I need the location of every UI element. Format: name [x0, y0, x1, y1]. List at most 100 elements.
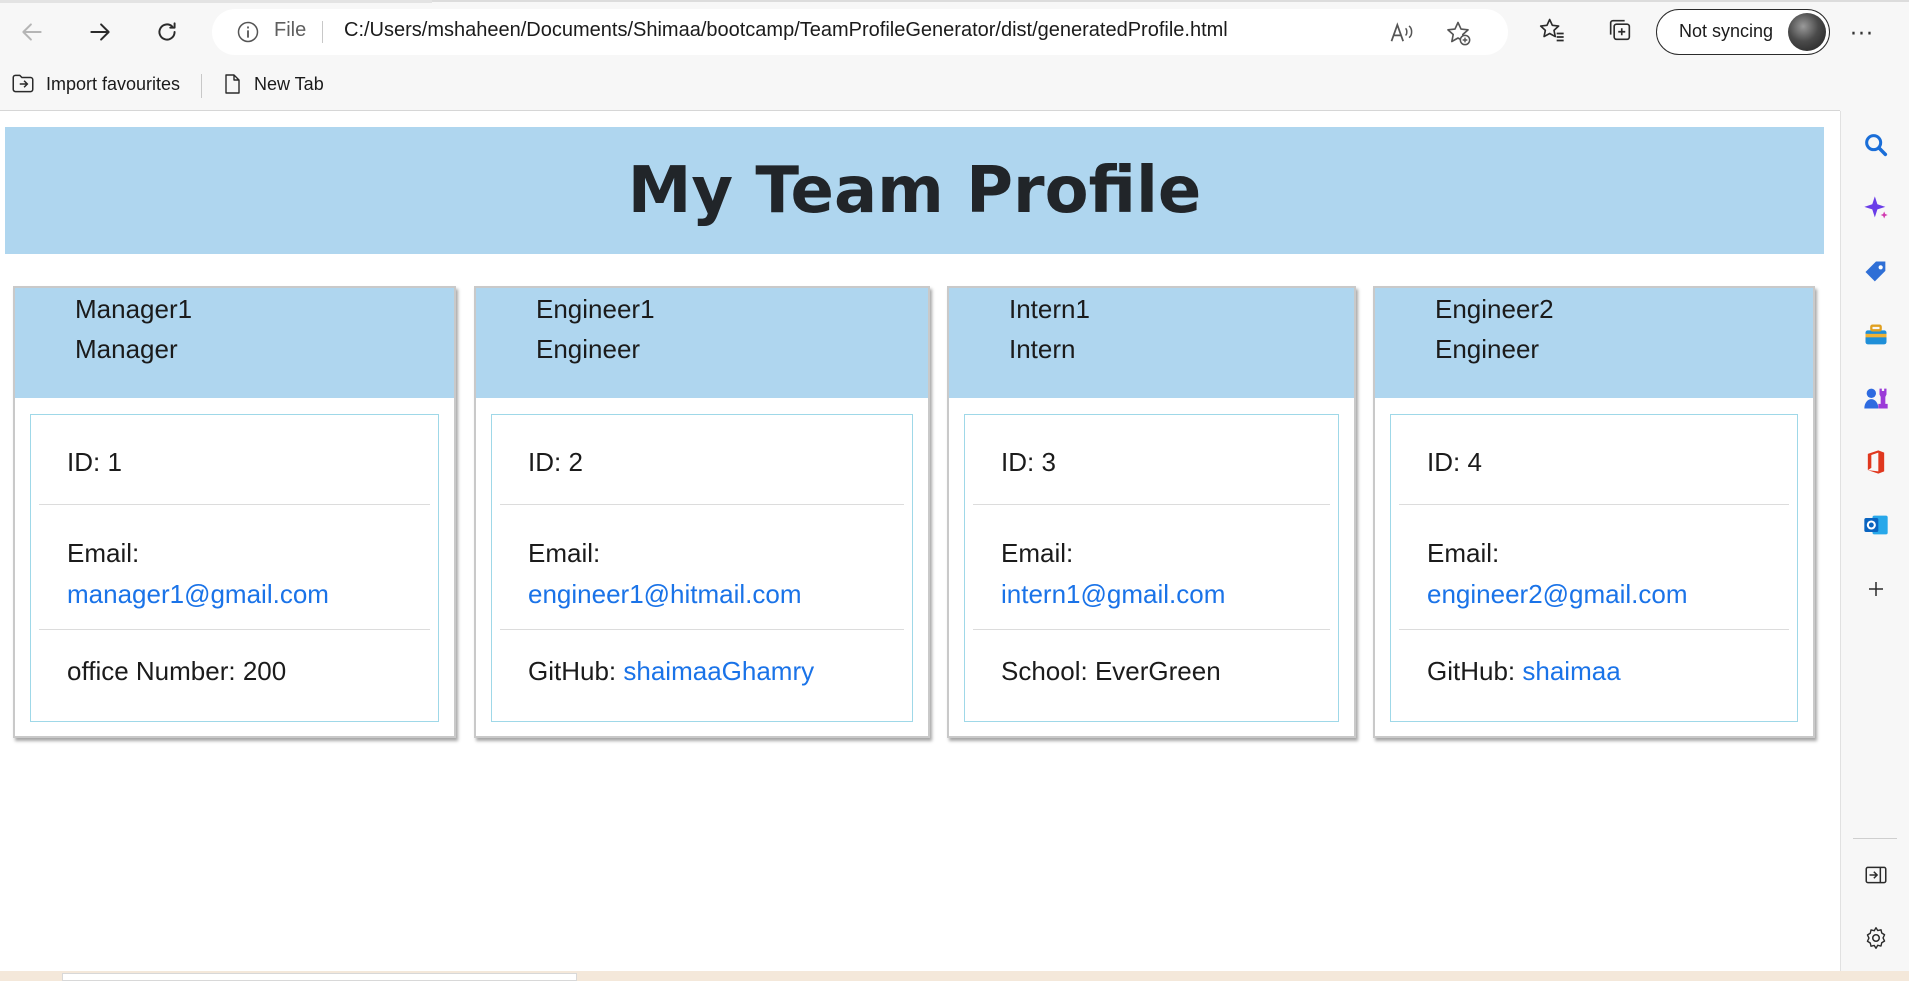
- employee-role: Manager: [75, 334, 178, 364]
- email-label: Email:: [67, 538, 140, 568]
- card-header: Intern1 Intern: [949, 288, 1354, 398]
- sidebar-search-button[interactable]: [1861, 130, 1891, 160]
- favourite-label: New Tab: [254, 73, 324, 94]
- refresh-button[interactable]: [147, 12, 187, 52]
- employee-id: ID: 2: [528, 447, 583, 477]
- page-header: My Team Profile: [5, 127, 1824, 254]
- sidebar-office-button[interactable]: [1861, 447, 1891, 477]
- address-divider: [322, 21, 323, 43]
- employee-role: Engineer: [1435, 334, 1540, 364]
- email-link[interactable]: engineer1@hitmail.com: [528, 579, 802, 609]
- games-icon: [1864, 388, 1888, 409]
- url-text[interactable]: C:/Users/mshaheen/Documents/Shimaa/bootc…: [344, 19, 1228, 42]
- collections-button[interactable]: [1604, 14, 1636, 46]
- refresh-icon: [158, 22, 176, 41]
- employee-card-engineer1: Engineer1 Engineer ID: 2 Email: engineer…: [474, 286, 930, 738]
- employee-role: Intern: [1009, 334, 1076, 364]
- card-header: Engineer1 Engineer: [476, 288, 928, 398]
- tools-icon: [1865, 324, 1887, 345]
- sync-status-label: Not syncing: [1679, 21, 1774, 41]
- github-link[interactable]: shaimaa: [1522, 656, 1620, 686]
- back-button[interactable]: [12, 12, 52, 52]
- list-item-email: Email: engineer2@gmail.com: [1399, 505, 1789, 630]
- shopping-icon: [1865, 261, 1886, 282]
- email-label: Email:: [1001, 538, 1074, 568]
- avatar: [1788, 13, 1826, 51]
- more-menu-button[interactable]: ···: [1850, 22, 1874, 47]
- favourite-import[interactable]: Import favourites: [10, 70, 180, 98]
- office-icon: [1867, 450, 1885, 474]
- employee-id: ID: 1: [67, 447, 122, 477]
- employee-name: Engineer1: [536, 294, 655, 324]
- browser-toolbar: File C:/Users/mshaheen/Documents/Shimaa/…: [0, 0, 1909, 111]
- list-item-email: Email: manager1@gmail.com: [39, 505, 430, 630]
- list-item-extra: office Number: 200: [39, 630, 430, 722]
- info-icon[interactable]: [236, 20, 260, 44]
- page-title: My Team Profile: [627, 153, 1202, 228]
- add-favourite-icon[interactable]: [1444, 19, 1472, 47]
- email-link[interactable]: intern1@gmail.com: [1001, 579, 1225, 609]
- sidebar-shopping-button[interactable]: [1861, 257, 1891, 287]
- tab-strip-edge: [0, 0, 432, 3]
- tab-strip-line: [432, 0, 1909, 2]
- employee-name: Engineer2: [1435, 294, 1554, 324]
- employee-card-engineer2: Engineer2 Engineer ID: 4 Email: engineer…: [1373, 286, 1815, 738]
- favourites-bar: Import favourites New Tab: [0, 66, 1909, 102]
- favourite-label: Import favourites: [46, 73, 181, 94]
- taskbar-edge: [0, 971, 1909, 981]
- address-bar[interactable]: File C:/Users/mshaheen/Documents/Shimaa/…: [212, 9, 1508, 55]
- list-item-id: ID: 2: [500, 415, 904, 505]
- card-details-list: ID: 4 Email: engineer2@gmail.com GitHub:…: [1390, 414, 1798, 722]
- list-item-id: ID: 3: [973, 415, 1330, 505]
- school-label: School: EverGreen: [1001, 656, 1221, 686]
- email-link[interactable]: manager1@gmail.com: [67, 579, 329, 609]
- edge-sidebar: [1840, 111, 1909, 971]
- list-item-email: Email: intern1@gmail.com: [973, 505, 1330, 630]
- sidebar-outlook-button[interactable]: [1861, 510, 1891, 540]
- search-icon: [1865, 134, 1888, 157]
- card-details-list: ID: 3 Email: intern1@gmail.com School: E…: [964, 414, 1339, 722]
- favourites-button[interactable]: [1536, 14, 1568, 46]
- employee-name: Intern1: [1009, 294, 1090, 324]
- card-details-list: ID: 2 Email: engineer1@hitmail.com GitHu…: [491, 414, 913, 722]
- forward-button[interactable]: [80, 12, 120, 52]
- page-viewport: My Team Profile Manager1 Manager ID: 1 E…: [0, 111, 1840, 971]
- employee-card-intern1: Intern1 Intern ID: 3 Email: intern1@gmai…: [947, 286, 1356, 738]
- github-label: GitHub:: [528, 656, 624, 686]
- card-details-list: ID: 1 Email: manager1@gmail.com office N…: [30, 414, 439, 722]
- hide-sidebar-icon: [1865, 866, 1887, 884]
- office-number: office Number: 200: [67, 656, 287, 686]
- list-item-id: ID: 1: [39, 415, 430, 505]
- favourites-icon: [1539, 18, 1564, 42]
- favourite-new-tab[interactable]: New Tab: [220, 70, 324, 98]
- card-header: Engineer2 Engineer: [1375, 288, 1813, 398]
- list-item-id: ID: 4: [1399, 415, 1789, 505]
- scheme-label: File: [274, 19, 307, 41]
- list-item-extra: GitHub: shaimaaGhamry: [500, 630, 904, 722]
- employee-card-manager1: Manager1 Manager ID: 1 Email: manager1@g…: [13, 286, 456, 738]
- copilot-icon: [1864, 196, 1888, 219]
- list-item-extra: School: EverGreen: [973, 630, 1330, 722]
- sidebar-copilot-button[interactable]: [1861, 193, 1891, 223]
- back-icon: [22, 23, 42, 41]
- favourites-divider: [201, 74, 202, 98]
- sidebar-add-button[interactable]: [1861, 574, 1891, 604]
- forward-icon: [90, 23, 110, 41]
- email-link[interactable]: engineer2@gmail.com: [1427, 579, 1688, 609]
- sidebar-tools-button[interactable]: [1861, 320, 1891, 350]
- sidebar-hide-button[interactable]: [1861, 860, 1891, 890]
- sidebar-divider: [1853, 838, 1897, 839]
- read-aloud-icon[interactable]: [1388, 19, 1416, 47]
- profile-sync-button[interactable]: Not syncing: [1656, 9, 1830, 55]
- employee-role: Engineer: [536, 334, 641, 364]
- page-icon: [225, 74, 240, 94]
- github-label: GitHub:: [1427, 656, 1523, 686]
- list-item-extra: GitHub: shaimaa: [1399, 630, 1789, 722]
- sidebar-games-button[interactable]: [1861, 383, 1891, 413]
- sidebar-settings-button[interactable]: [1861, 923, 1891, 953]
- github-link[interactable]: shaimaaGhamry: [623, 656, 814, 686]
- collections-icon: [1609, 19, 1631, 41]
- list-item-email: Email: engineer1@hitmail.com: [500, 505, 904, 630]
- window-edge: [62, 973, 577, 981]
- email-label: Email:: [528, 538, 601, 568]
